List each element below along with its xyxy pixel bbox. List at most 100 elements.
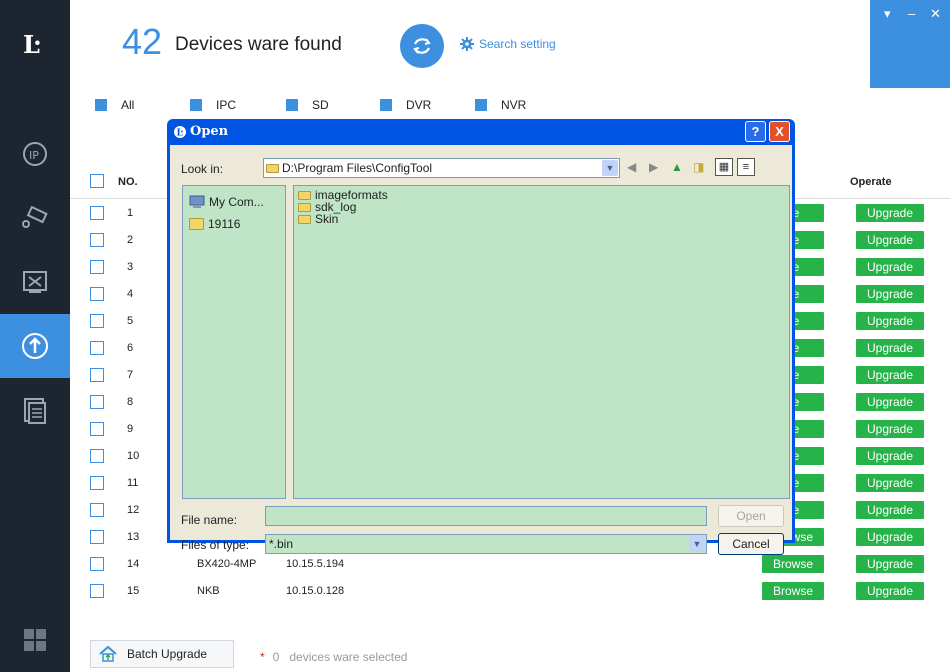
files-of-type-select[interactable]: *.bin ▼ bbox=[265, 534, 707, 554]
row-checkbox[interactable] bbox=[90, 422, 104, 436]
dialog-help-button[interactable]: ? bbox=[745, 121, 766, 142]
back-icon[interactable]: ◀ bbox=[627, 160, 636, 174]
upgrade-button[interactable]: Upgrade bbox=[856, 312, 924, 330]
select-all-checkbox[interactable] bbox=[90, 174, 104, 188]
dialog-title-bar[interactable]: Ŀ Open ? X bbox=[170, 119, 792, 144]
table-row[interactable]: 15 NKB 10.15.0.128 Browse Upgrade bbox=[70, 578, 950, 605]
chevron-down-icon[interactable]: ▼ bbox=[689, 536, 705, 552]
device-count: 42 bbox=[122, 21, 163, 62]
row-checkbox[interactable] bbox=[90, 584, 104, 598]
close-button[interactable]: ✕ bbox=[930, 6, 941, 22]
detail-view-icon[interactable]: ≡ bbox=[737, 158, 755, 176]
minimize-button[interactable]: – bbox=[908, 6, 915, 21]
upgrade-button[interactable]: Upgrade bbox=[856, 447, 924, 465]
open-file-dialog: Ŀ Open ? X Look in: D:\Program Files\Con… bbox=[167, 119, 795, 555]
filter-nvr-checkbox[interactable] bbox=[475, 99, 487, 111]
batch-upgrade-button[interactable]: Batch Upgrade bbox=[90, 640, 234, 668]
row-number: 6 bbox=[127, 342, 134, 354]
file-item[interactable]: sdk_log bbox=[298, 201, 789, 213]
list-view-icon[interactable]: ▦ bbox=[715, 158, 733, 176]
row-checkbox[interactable] bbox=[90, 557, 104, 571]
browse-button[interactable]: Browse bbox=[762, 582, 824, 600]
upgrade-button[interactable]: Upgrade bbox=[856, 258, 924, 276]
log-icon[interactable] bbox=[0, 378, 70, 442]
filter-ipc-checkbox[interactable] bbox=[190, 99, 202, 111]
row-number: 3 bbox=[127, 261, 134, 273]
filter-dvr-label: DVR bbox=[406, 98, 432, 112]
upgrade-button[interactable]: Upgrade bbox=[856, 366, 924, 384]
file-item[interactable]: Skin bbox=[298, 213, 789, 225]
upgrade-button[interactable]: Upgrade bbox=[856, 231, 924, 249]
filter-dvr-checkbox[interactable] bbox=[380, 99, 392, 111]
upgrade-button[interactable]: Upgrade bbox=[856, 204, 924, 222]
filter-nvr-label: NVR bbox=[501, 98, 527, 112]
system-settings-icon[interactable] bbox=[0, 250, 70, 314]
camera-config-icon[interactable] bbox=[0, 186, 70, 250]
open-button[interactable]: Open bbox=[718, 505, 784, 527]
folder-icon bbox=[298, 214, 311, 224]
filter-sd[interactable]: SD bbox=[286, 98, 329, 112]
upgrade-button[interactable]: Upgrade bbox=[856, 420, 924, 438]
filter-ipc-label: IPC bbox=[216, 98, 237, 112]
ip-tool-icon[interactable]: IP bbox=[0, 122, 70, 186]
dialog-close-button[interactable]: X bbox=[769, 121, 790, 142]
chevron-down-icon[interactable]: ▼ bbox=[602, 160, 618, 176]
row-checkbox[interactable] bbox=[90, 260, 104, 274]
row-checkbox[interactable] bbox=[90, 314, 104, 328]
row-checkbox[interactable] bbox=[90, 206, 104, 220]
up-folder-icon[interactable]: ▲ bbox=[671, 160, 683, 174]
place-19116[interactable]: 19116 bbox=[189, 216, 285, 232]
filter-ipc[interactable]: IPC bbox=[190, 98, 236, 112]
windows-grid-icon[interactable] bbox=[0, 608, 70, 672]
row-checkbox[interactable] bbox=[90, 395, 104, 409]
upgrade-button[interactable]: Upgrade bbox=[856, 582, 924, 600]
file-name-label: File name: bbox=[181, 513, 238, 527]
upgrade-button[interactable]: Upgrade bbox=[856, 393, 924, 411]
upgrade-button[interactable]: Upgrade bbox=[856, 285, 924, 303]
file-name-input[interactable] bbox=[265, 506, 707, 526]
row-ip: 10.15.0.128 bbox=[286, 585, 345, 597]
look-in-select[interactable]: D:\Program Files\ConfigTool ▼ bbox=[263, 158, 620, 178]
row-checkbox[interactable] bbox=[90, 233, 104, 247]
row-checkbox[interactable] bbox=[90, 476, 104, 490]
computer-icon bbox=[189, 195, 205, 208]
row-number: 2 bbox=[127, 234, 134, 246]
filter-all[interactable]: All bbox=[95, 98, 134, 112]
filter-all-checkbox[interactable] bbox=[95, 99, 107, 111]
browse-button[interactable]: Browse bbox=[762, 555, 824, 573]
table-row[interactable]: 14 BX420-4MP 10.15.5.194 Browse Upgrade bbox=[70, 551, 950, 578]
upgrade-icon[interactable] bbox=[0, 314, 70, 378]
upgrade-button[interactable]: Upgrade bbox=[856, 339, 924, 357]
menu-dropdown-button[interactable]: ▾ bbox=[884, 6, 891, 22]
upgrade-button[interactable]: Upgrade bbox=[856, 528, 924, 546]
row-ip: 10.15.5.194 bbox=[286, 558, 345, 570]
svg-text:IP: IP bbox=[29, 149, 39, 162]
file-item[interactable]: imageformats bbox=[298, 189, 789, 201]
row-number: 5 bbox=[127, 315, 134, 327]
search-setting-link[interactable]: Search setting bbox=[460, 37, 556, 51]
upgrade-button[interactable]: Upgrade bbox=[856, 474, 924, 492]
filter-sd-checkbox[interactable] bbox=[286, 99, 298, 111]
row-checkbox[interactable] bbox=[90, 449, 104, 463]
row-checkbox[interactable] bbox=[90, 287, 104, 301]
row-model: NKB bbox=[197, 585, 220, 597]
batch-upgrade-icon bbox=[99, 646, 117, 662]
row-checkbox[interactable] bbox=[90, 530, 104, 544]
row-checkbox[interactable] bbox=[90, 368, 104, 382]
filter-nvr[interactable]: NVR bbox=[475, 98, 526, 112]
place-my-computer[interactable]: My Com... bbox=[189, 194, 285, 210]
file-name: Skin bbox=[315, 212, 339, 226]
look-in-label: Look in: bbox=[181, 162, 224, 176]
upgrade-button[interactable]: Upgrade bbox=[856, 555, 924, 573]
row-number: 4 bbox=[127, 288, 134, 300]
forward-icon[interactable]: ▶ bbox=[649, 160, 658, 174]
cancel-button[interactable]: Cancel bbox=[718, 533, 784, 555]
row-checkbox[interactable] bbox=[90, 341, 104, 355]
refresh-button[interactable] bbox=[400, 24, 444, 68]
upgrade-button[interactable]: Upgrade bbox=[856, 501, 924, 519]
new-folder-icon[interactable]: ◨ bbox=[693, 160, 704, 174]
row-number: 11 bbox=[127, 477, 139, 489]
col-operate-header: Operate bbox=[850, 176, 892, 188]
filter-dvr[interactable]: DVR bbox=[380, 98, 431, 112]
row-checkbox[interactable] bbox=[90, 503, 104, 517]
